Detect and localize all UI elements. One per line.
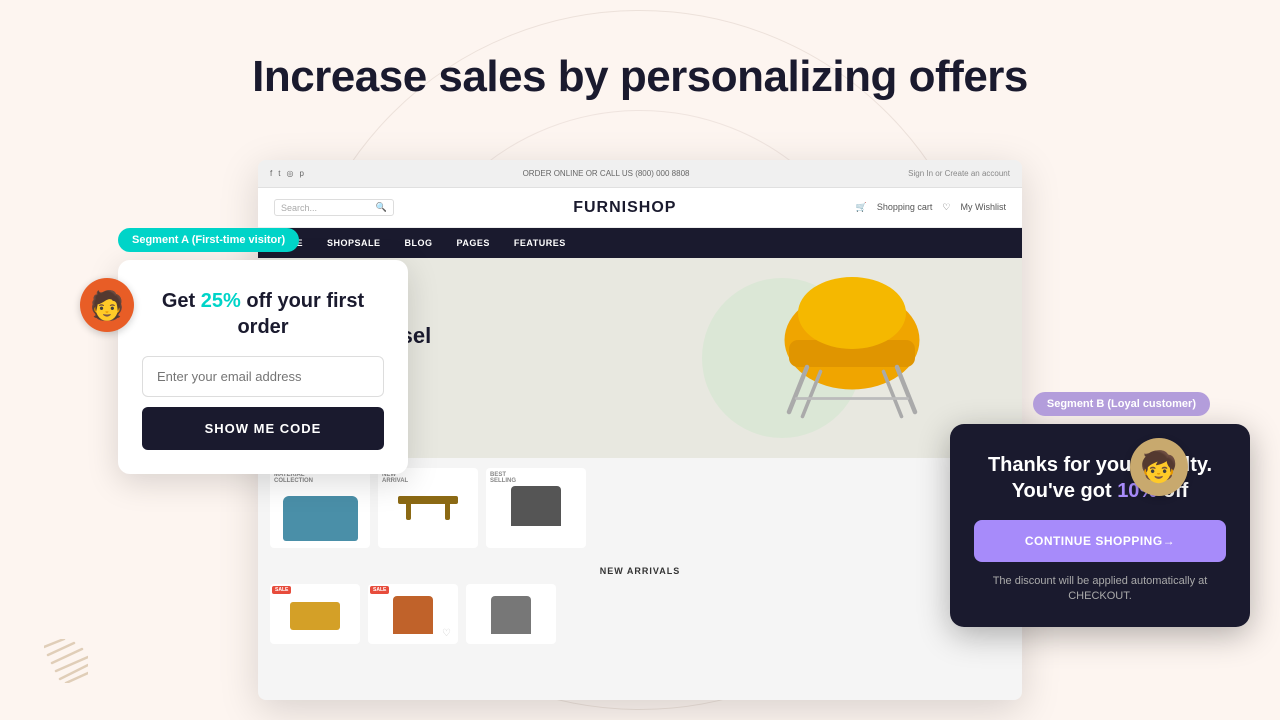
arrival-card-2: SALE ♡ [368,584,458,644]
product-card-chair: BESTSELLING [486,468,586,548]
hero-chair-image [762,268,942,448]
arrival-card-3 [466,584,556,644]
arrivals-section-label: NEW ARRIVALS [258,558,1022,580]
nav-blog[interactable]: BLOG [405,238,433,248]
avatar-b-emoji: 🧒 [1140,450,1177,485]
email-input[interactable] [142,356,384,397]
main-heading: Increase sales by personalizing offers [0,52,1280,102]
nav-features[interactable]: FEATURES [514,238,566,248]
segment-b-popup: Segment B (Loyal customer) Thanks for yo… [950,424,1250,627]
wishlist-icon: ♡ [942,202,950,213]
arrival-card-1: SALE [270,584,360,644]
topbar-center: ORDER ONLINE OR CALL US (800) 000 8808 [523,169,690,178]
nav-shopsale[interactable]: SHOPSALE [327,238,381,248]
segment-b-title: Thanks for your loyalty.You've got 10% o… [974,452,1226,504]
wishlist-label: My Wishlist [960,202,1006,213]
segment-b-tag: Segment B (Loyal customer) [1033,392,1210,416]
navbar-search[interactable]: Search... 🔍 [274,199,394,216]
cart-label: Shopping cart [877,202,933,213]
heart-icon[interactable]: ♡ [442,628,454,640]
avatar-a-emoji: 🧑 [90,289,125,322]
avatar-segment-a: 🧑 [80,278,134,332]
facebook-icon: f [270,169,272,178]
browser-topbar: f t ◎ p ORDER ONLINE OR CALL US (800) 00… [258,160,1022,188]
show-code-button[interactable]: SHOW ME CODE [142,407,384,450]
segment-a-title: Get 25% off your first order [142,288,384,340]
segment-a-discount: 25% [201,290,241,312]
browser-navbar: Search... 🔍 FURNISHOP 🛒 Shopping cart ♡ … [258,188,1022,228]
twitter-icon: t [278,169,280,178]
continue-shopping-button[interactable]: CONTINUE SHOPPING→ [974,520,1226,562]
nav-pages[interactable]: PAGES [457,238,490,248]
sale-badge-1: SALE [272,586,291,594]
segment-a-tag: Segment A (First-time visitor) [118,228,299,252]
sale-badge-2: SALE [370,586,389,594]
decorative-lines-icon [44,639,88,688]
checkout-note: The discount will be applied automatical… [974,574,1226,605]
segment-a-title-part1: Get [162,290,201,312]
product-card-table: NEWARRIVAL [378,468,478,548]
navbar-actions: 🛒 Shopping cart ♡ My Wishlist [856,202,1006,213]
segment-a-title-part2: off your first order [237,290,364,338]
browser-mainnav: HOME SHOPSALE BLOG PAGES FEATURES [258,228,1022,258]
navbar-logo: FURNISHOP [573,199,676,217]
search-placeholder: Search... [281,203,376,213]
topbar-left: f t ◎ p [270,169,304,178]
cart-icon: 🛒 [856,202,867,213]
topbar-right: Sign In or Create an account [908,169,1010,178]
avatar-segment-b: 🧒 [1130,438,1188,496]
product-label-chair: BESTSELLING [490,472,516,484]
arrivals-row: SALE SALE ♡ [258,580,1022,648]
segment-a-popup: Segment A (First-time visitor) Get 25% o… [118,260,408,474]
instagram-icon: ◎ [286,169,293,178]
pinterest-icon: p [299,169,303,178]
search-icon: 🔍 [376,202,387,213]
product-card-sofa: MATERIALCOLLECTION [270,468,370,548]
